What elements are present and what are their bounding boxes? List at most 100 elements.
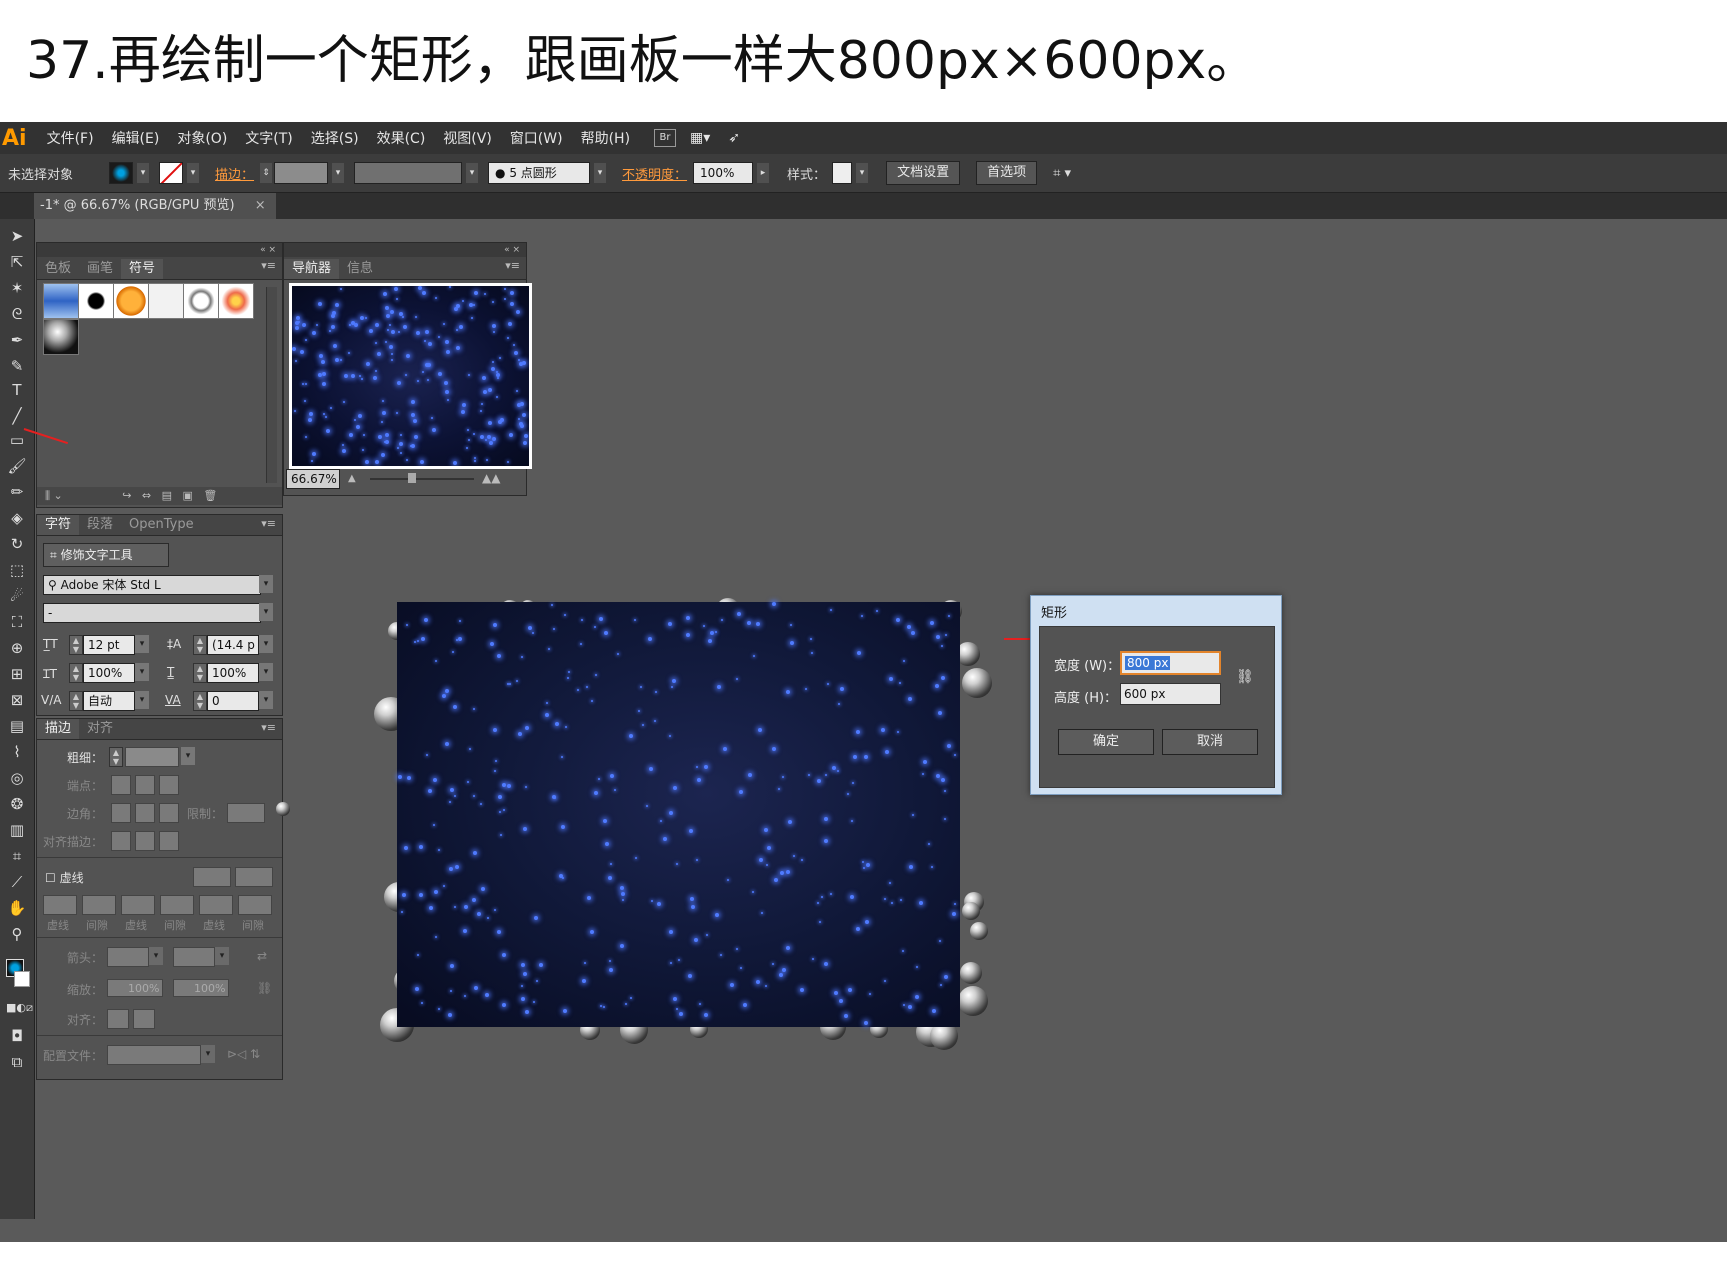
butt-cap-button[interactable] — [111, 775, 131, 795]
tab-stroke[interactable]: 描边 — [37, 719, 80, 739]
align-inside-button[interactable] — [135, 831, 155, 851]
zoom-out-icon[interactable]: ▲ — [348, 473, 356, 484]
paintbrush-icon[interactable]: 🖌 — [6, 455, 28, 477]
tab-align[interactable]: 对齐 — [79, 719, 121, 739]
cancel-button[interactable]: 取消 — [1162, 729, 1258, 755]
dash-field-1[interactable] — [43, 895, 77, 915]
eyedropper-icon[interactable]: ⌇ — [6, 741, 28, 763]
panel-collapse-icon[interactable]: « × — [284, 243, 526, 257]
navigator-zoom-field[interactable]: 66.67% — [286, 469, 340, 489]
document-tab[interactable]: -1* @ 66.67% (RGB/GPU 预览) × — [34, 193, 276, 219]
panel-menu-icon[interactable]: ▾≡ — [261, 259, 276, 272]
menu-help[interactable]: 帮助(H) — [581, 128, 630, 148]
align-outside-button[interactable] — [159, 831, 179, 851]
draw-mode-icon[interactable]: ◘ — [6, 1025, 28, 1047]
artboard-icon[interactable]: ⌗ — [6, 845, 28, 867]
fill-swatch[interactable] — [109, 162, 134, 184]
stroke-swatch[interactable] — [159, 162, 184, 184]
leading-dropdown[interactable]: ▾ — [259, 635, 273, 653]
round-join-button[interactable] — [135, 803, 155, 823]
horizontal-scale-field[interactable]: 100% — [207, 663, 259, 683]
stroke-dropdown[interactable]: ▾ — [187, 163, 200, 183]
horizontal-scale-dropdown[interactable]: ▾ — [259, 663, 273, 681]
gap-field-1[interactable] — [82, 895, 116, 915]
fill-dropdown[interactable]: ▾ — [137, 163, 150, 183]
preferences-button[interactable]: 首选项 — [976, 161, 1038, 185]
arrange-icon[interactable]: ⌗ ▾ — [1053, 166, 1071, 181]
pen-icon[interactable]: ✒ — [6, 329, 28, 351]
opacity-dropdown[interactable]: ▸ — [757, 163, 770, 183]
stroke-weight-dropdown[interactable]: ▾ — [332, 163, 345, 183]
end-scale-field[interactable]: 100% — [173, 979, 229, 997]
dash-align-button[interactable] — [235, 867, 273, 887]
link-dimensions-icon[interactable]: ⛓ — [1236, 669, 1254, 685]
dash-field-3[interactable] — [199, 895, 233, 915]
menu-window[interactable]: 窗口(W) — [510, 128, 563, 148]
font-size-dropdown[interactable]: ▾ — [135, 635, 149, 653]
blend-icon[interactable]: ◎ — [6, 767, 28, 789]
zoom-icon[interactable]: ⚲ — [6, 923, 28, 945]
menu-object[interactable]: 对象(O) — [177, 128, 227, 148]
document-setup-button[interactable]: 文档设置 — [886, 161, 961, 185]
vertical-scale-spinner[interactable]: ▲ ▼ — [69, 663, 83, 683]
direct-selection-icon[interactable]: ⇱ — [6, 251, 28, 273]
dash-field-2[interactable] — [121, 895, 155, 915]
hand-icon[interactable]: ✋ — [6, 897, 28, 919]
tab-symbols[interactable]: 符号 — [121, 259, 164, 279]
arrow-align-end-button[interactable] — [133, 1009, 155, 1029]
navigator-preview[interactable] — [289, 283, 532, 469]
weight-spinner[interactable]: ▲ ▼ — [109, 747, 123, 767]
symbol-blue-banner[interactable] — [43, 283, 79, 319]
vertical-scale-field[interactable]: 100% — [83, 663, 135, 683]
symbol-ink-splash[interactable] — [78, 283, 114, 319]
slice-icon[interactable]: ⟋ — [6, 871, 28, 893]
bridge-icon[interactable]: Br — [654, 129, 677, 147]
symbols-scrollbar[interactable] — [266, 287, 277, 483]
profile-dropdown[interactable]: ▾ — [201, 1045, 215, 1063]
font-size-spinner[interactable]: ▲ ▼ — [69, 635, 83, 655]
publish-icon[interactable]: ➶ — [728, 130, 740, 146]
mesh-icon[interactable]: ⊠ — [6, 689, 28, 711]
warp-icon[interactable]: ☄ — [6, 585, 28, 607]
swap-arrows-icon[interactable]: ⇄ — [257, 949, 267, 963]
variable-width-dropdown[interactable]: ▾ — [466, 163, 479, 183]
tab-character[interactable]: 字符 — [37, 515, 80, 535]
flip-profile-icon[interactable]: ⊳◁ ⇅ — [227, 1047, 260, 1061]
kerning-dropdown[interactable]: ▾ — [135, 691, 149, 709]
dash-preserve-button[interactable] — [193, 867, 231, 887]
symbol-orange-button[interactable] — [113, 283, 149, 319]
curvature-icon[interactable]: ✎ — [6, 355, 28, 377]
brush-dropdown[interactable]: ▾ — [594, 163, 607, 183]
panel-menu-icon[interactable]: ▾≡ — [505, 259, 520, 272]
limit-field[interactable] — [227, 803, 265, 823]
selection-tool-icon[interactable]: ➤ — [6, 225, 28, 247]
rotate-icon[interactable]: ↻ — [6, 533, 28, 555]
height-input[interactable]: 600 px — [1120, 683, 1221, 705]
magic-wand-icon[interactable]: ✶ — [6, 277, 28, 299]
end-arrow-dropdown[interactable]: ▾ — [215, 947, 229, 965]
start-arrow-dropdown[interactable]: ▾ — [149, 947, 163, 965]
free-transform-icon[interactable]: ⛶ — [6, 611, 28, 633]
line-tool-icon[interactable]: ╱ — [6, 405, 28, 427]
round-cap-button[interactable] — [135, 775, 155, 795]
symbols-footer-icons[interactable]: ⫼ ⌄ ↪ ⇔ ▤ ▣ 🗑 — [37, 487, 282, 505]
font-size-field[interactable]: 12 pt — [83, 635, 135, 655]
leading-spinner[interactable]: ▲ ▼ — [193, 635, 207, 655]
tab-info[interactable]: 信息 — [339, 259, 381, 279]
shape-builder-icon[interactable]: ⊕ — [6, 637, 28, 659]
leading-field[interactable]: (14.4 p — [207, 635, 259, 655]
tab-opentype[interactable]: OpenType — [121, 515, 202, 535]
opacity-label[interactable]: 不透明度： — [622, 164, 687, 183]
weight-field[interactable] — [125, 747, 179, 767]
profile-field[interactable] — [107, 1045, 201, 1065]
kerning-field[interactable]: 自动 — [83, 691, 135, 711]
panel-menu-icon[interactable]: ▾≡ — [261, 517, 276, 530]
horizontal-scale-spinner[interactable]: ▲ ▼ — [193, 663, 207, 683]
vertical-scale-dropdown[interactable]: ▾ — [135, 663, 149, 681]
stroke-spinner[interactable]: ⇕ — [260, 163, 273, 183]
symbol-grass[interactable] — [148, 283, 184, 319]
column-graph-icon[interactable]: ▥ — [6, 819, 28, 841]
perspective-icon[interactable]: ⊞ — [6, 663, 28, 685]
weight-dropdown[interactable]: ▾ — [181, 747, 195, 765]
square-cap-button[interactable] — [159, 775, 179, 795]
